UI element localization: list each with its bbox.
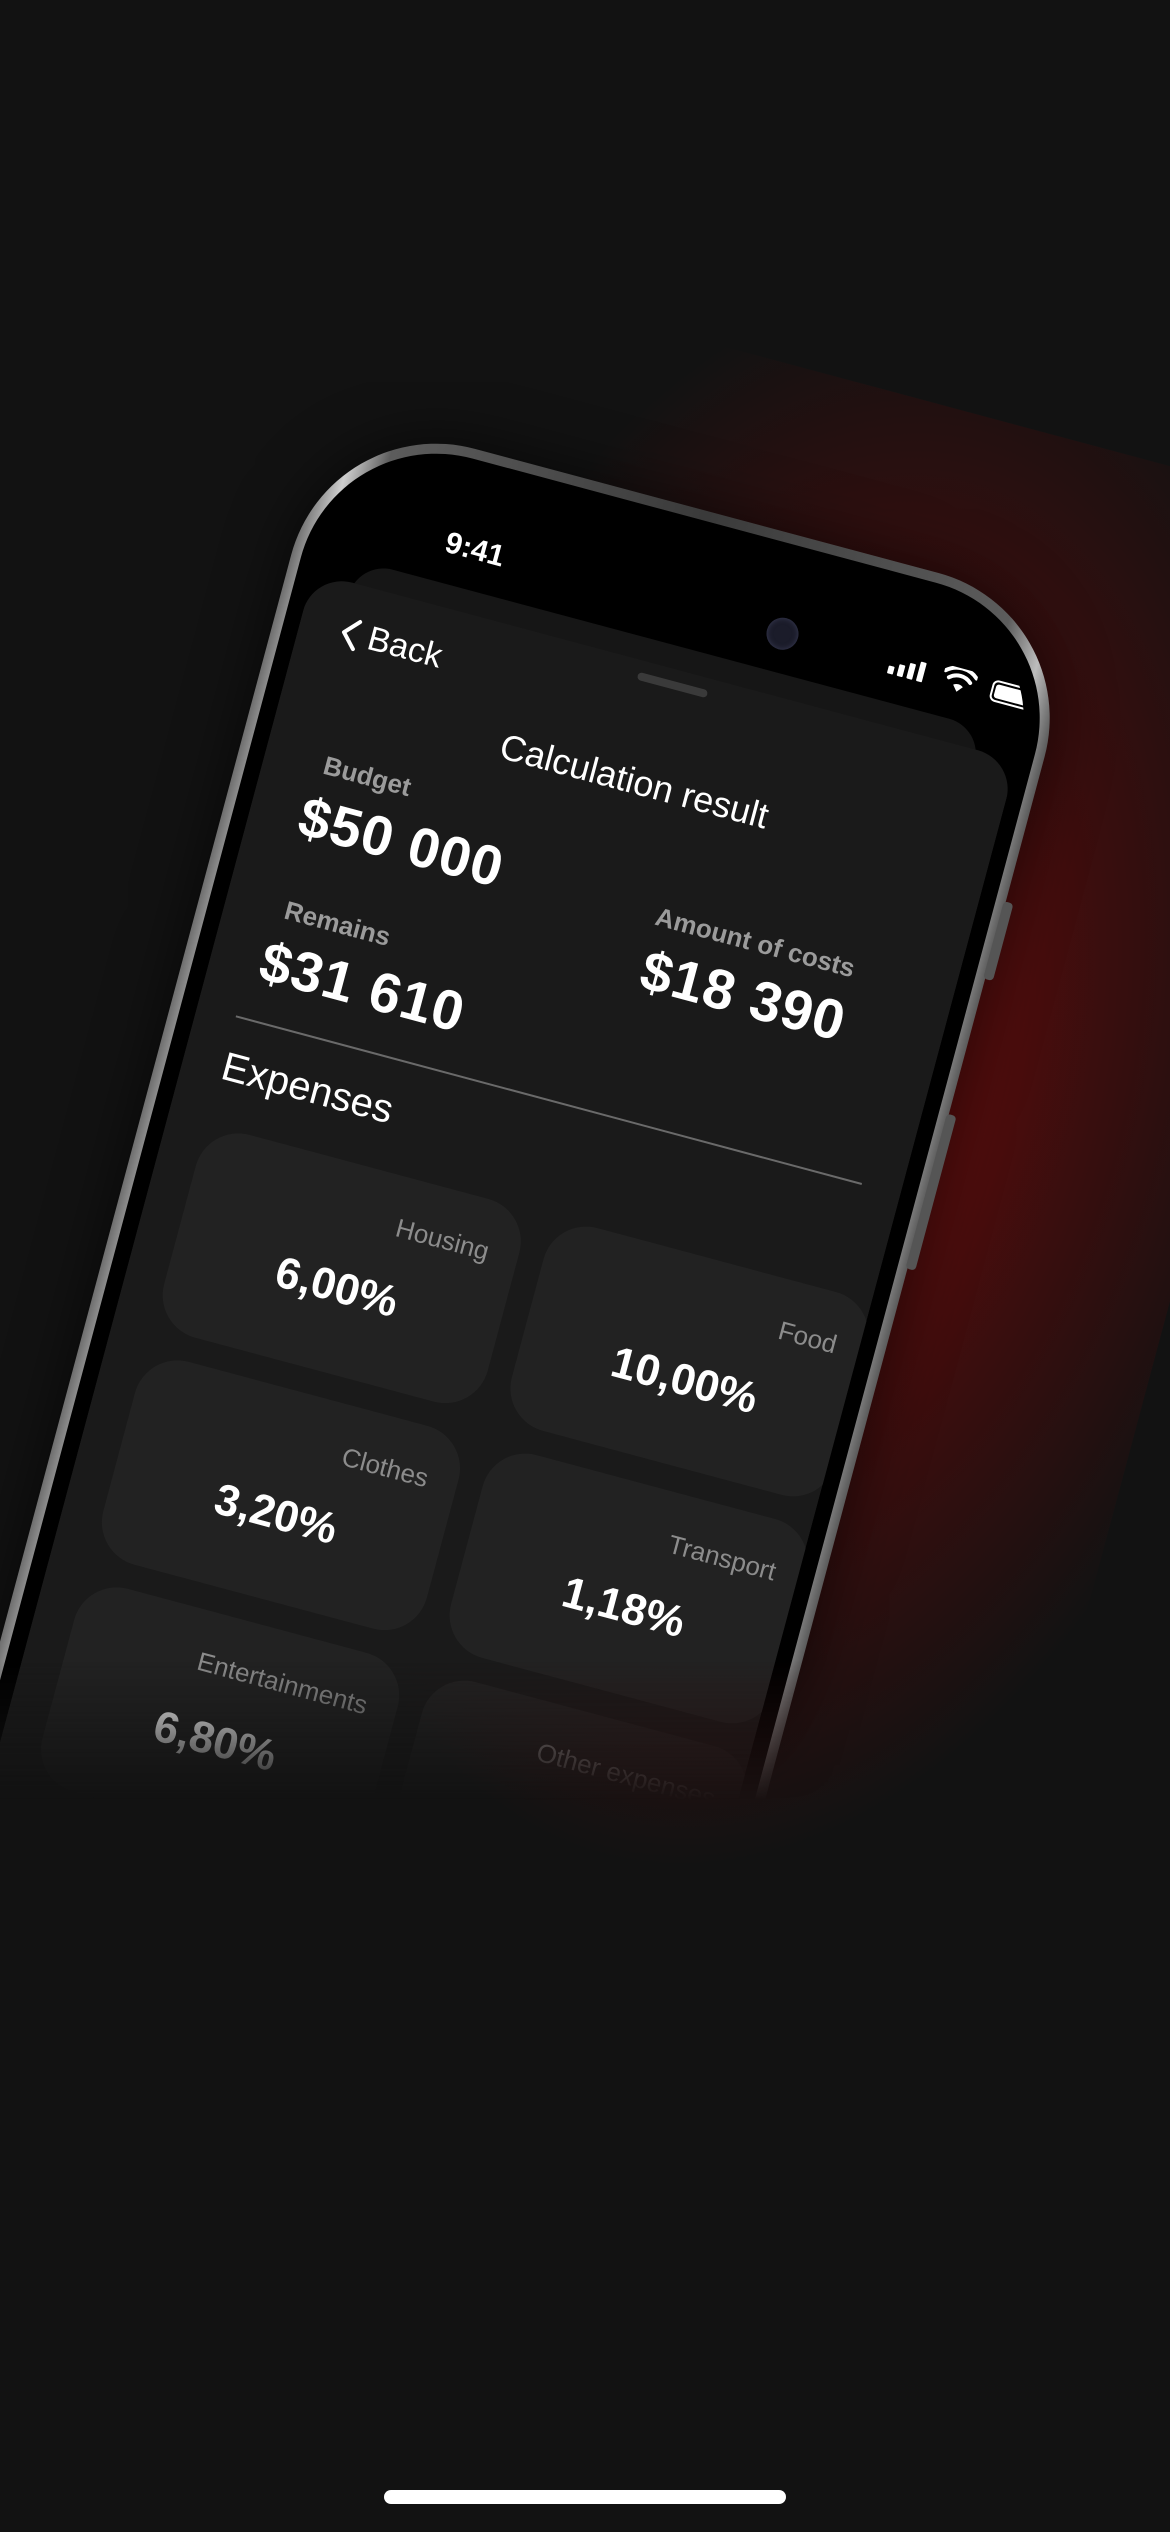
expense-label: Transport bbox=[665, 1528, 780, 1587]
back-button[interactable]: Back bbox=[334, 612, 446, 677]
expense-label: Housing bbox=[392, 1212, 493, 1267]
expense-label: Entertainments bbox=[194, 1645, 371, 1721]
back-label: Back bbox=[363, 619, 447, 676]
sheet-grabber[interactable] bbox=[636, 671, 709, 699]
phone-fade-mask: 9:41 Back Calculation result Budget $50 … bbox=[0, 0, 1170, 2532]
expense-label: Clothes bbox=[338, 1441, 432, 1494]
wifi-icon bbox=[943, 665, 979, 692]
status-time: 9:41 bbox=[441, 526, 509, 574]
app-store-screenshot: 9:41 Back Calculation result Budget $50 … bbox=[0, 0, 1170, 2532]
cellular-signal-icon bbox=[886, 654, 927, 683]
chevron-left-icon bbox=[342, 619, 363, 651]
expense-label: Other expenses bbox=[533, 1736, 719, 1814]
home-indicator[interactable] bbox=[384, 2490, 786, 2504]
camera-icon bbox=[762, 614, 803, 654]
phone-mockup: 9:41 Back Calculation result Budget $50 … bbox=[0, 410, 1084, 2158]
expenses-title: Expenses bbox=[216, 1044, 399, 1133]
expense-label: Food bbox=[775, 1315, 841, 1360]
